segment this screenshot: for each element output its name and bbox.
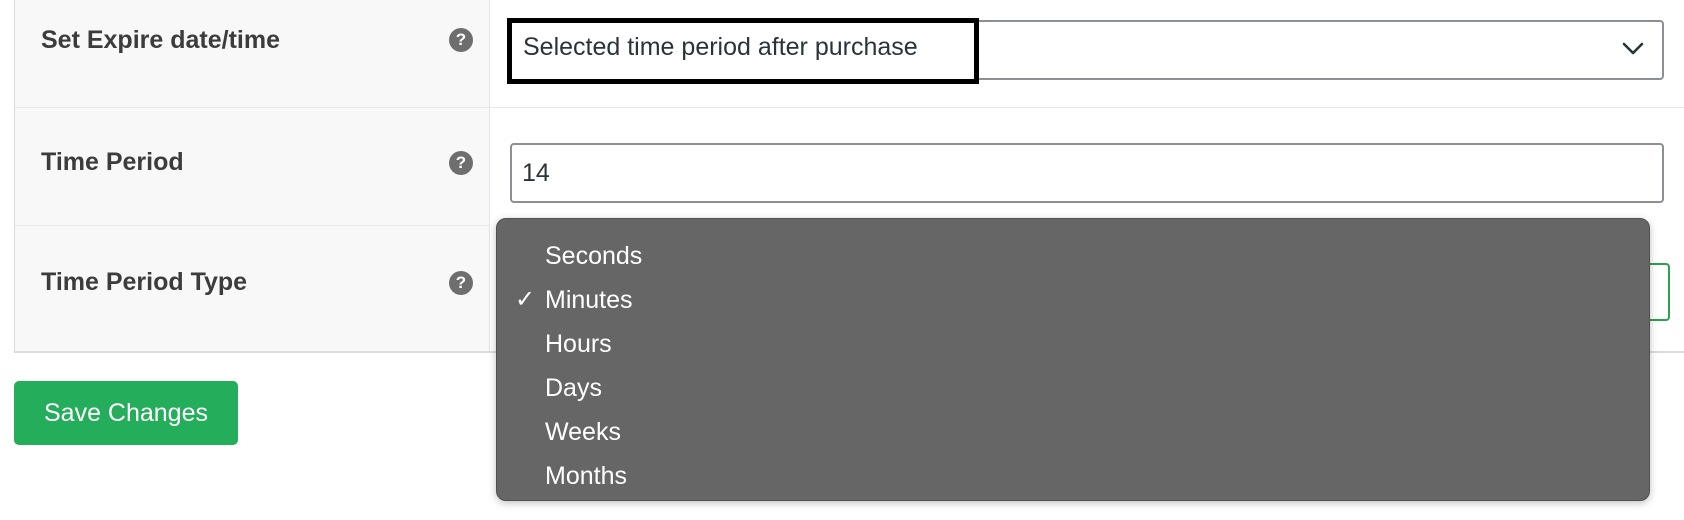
save-changes-button[interactable]: Save Changes <box>14 381 238 445</box>
row-divider <box>15 225 489 226</box>
row-divider <box>15 107 1684 108</box>
time-period-type-dropdown-menu: Seconds ✓ Minutes Hours Days Weeks Month… <box>496 218 1650 501</box>
question-mark-icon[interactable]: ? <box>449 151 473 175</box>
time-period-input[interactable] <box>510 143 1664 203</box>
option-hours[interactable]: Hours <box>497 321 1649 365</box>
option-days[interactable]: Days <box>497 365 1649 409</box>
option-label: Days <box>545 374 602 402</box>
question-mark-icon[interactable]: ? <box>449 28 473 52</box>
checkmark-icon: ✓ <box>515 285 536 313</box>
option-label: Minutes <box>545 286 633 314</box>
option-weeks[interactable]: Weeks <box>497 409 1649 453</box>
expire-datetime-label: Set Expire date/time <box>41 26 280 54</box>
option-label: Months <box>545 462 627 490</box>
question-mark-icon[interactable]: ? <box>449 271 473 295</box>
option-months[interactable]: Months <box>497 453 1649 497</box>
chevron-down-icon <box>1622 42 1644 55</box>
time-period-type-label: Time Period Type <box>41 268 248 296</box>
option-label: Hours <box>545 330 612 358</box>
option-label: Seconds <box>545 242 643 270</box>
time-period-label: Time Period <box>41 148 184 176</box>
option-minutes[interactable]: ✓ Minutes <box>497 277 1649 321</box>
expire-datetime-value: Selected time period after purchase <box>523 33 918 61</box>
option-label: Weeks <box>545 418 621 446</box>
option-seconds[interactable]: Seconds <box>497 233 1649 277</box>
